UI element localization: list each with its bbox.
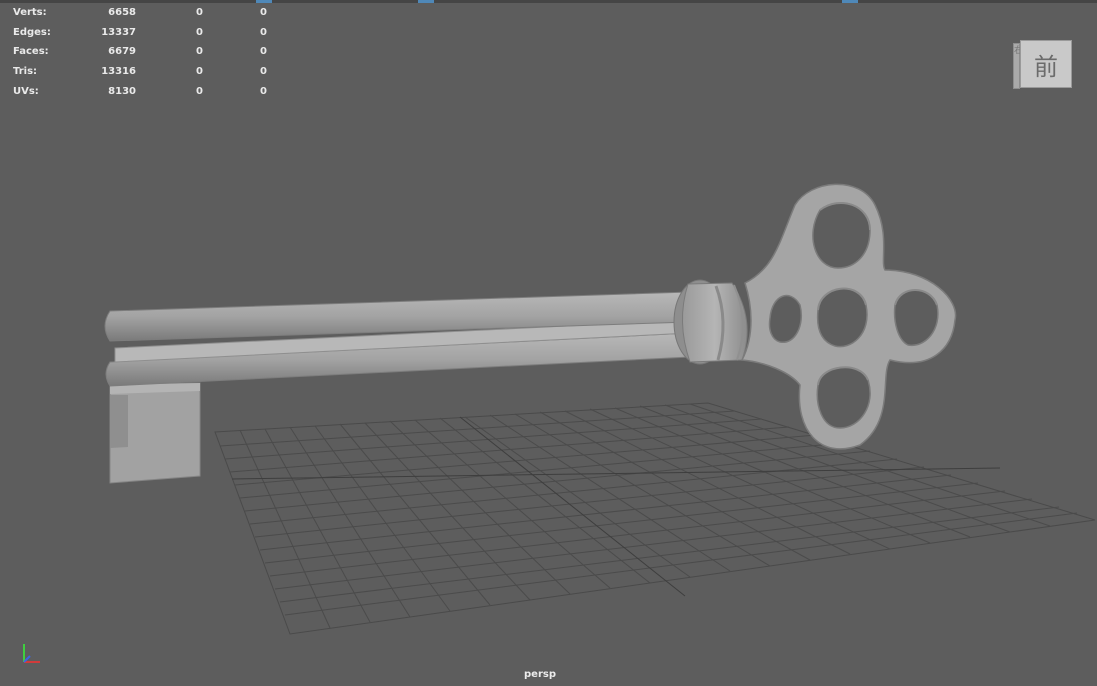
- hud-row: Faces: 6679 0 0: [13, 42, 273, 62]
- viewcube-side-face[interactable]: 右: [1013, 43, 1023, 89]
- hud-total-value: 6658: [108, 7, 136, 18]
- hud-triangles-value: 0: [260, 66, 267, 78]
- key-bit[interactable]: [109, 382, 201, 484]
- hud-label: Faces:: [13, 46, 49, 58]
- hud-total-value: 13337: [101, 26, 136, 38]
- hud-label: Verts:: [13, 7, 47, 18]
- hud-row: Tris: 13316 0 0: [13, 62, 273, 82]
- hud-selected-value: 0: [196, 46, 203, 58]
- hud-row: Edges: 13337 0 0: [13, 23, 273, 43]
- hud-row: UVs: 8130 0 0: [13, 82, 273, 102]
- scene-3d[interactable]: [0, 0, 1097, 686]
- hud-triangles-value: 0: [260, 26, 267, 38]
- camera-name-label: persp: [524, 669, 556, 680]
- key-bow[interactable]: [740, 183, 957, 450]
- hud-selected-value: 0: [196, 26, 203, 38]
- viewcube[interactable]: 右 前: [1013, 38, 1073, 90]
- viewport-persp[interactable]: Verts: 6658 0 0 Edges: 13337 0 0 Faces: 6679 0 0 Tri…: [0, 0, 1097, 686]
- hud-triangles-value: 0: [260, 7, 267, 18]
- hud-selected-value: 0: [196, 7, 203, 18]
- hud-total-value: 6679: [108, 46, 136, 58]
- hud-label: UVs:: [13, 85, 39, 97]
- hud-label: Edges:: [13, 26, 51, 38]
- hud-total-value: 13316: [101, 66, 136, 78]
- hud-triangles-value: 0: [260, 46, 267, 58]
- axis-gizmo-icon: [23, 644, 40, 663]
- hud-triangles-value: 0: [260, 85, 267, 97]
- ground-grid: [214, 402, 1096, 635]
- hud-row: Verts: 6658 0 0: [13, 3, 273, 23]
- hud-selected-value: 0: [196, 66, 203, 78]
- key-collar[interactable]: [673, 279, 748, 365]
- hud-selected-value: 0: [196, 85, 203, 97]
- hud-label: Tris:: [13, 66, 38, 78]
- viewcube-front-face[interactable]: 前: [1020, 40, 1072, 88]
- poly-count-hud: Verts: 6658 0 0 Edges: 13337 0 0 Faces: 6679 0 0 Tri…: [13, 3, 273, 101]
- hud-total-value: 8130: [108, 85, 136, 97]
